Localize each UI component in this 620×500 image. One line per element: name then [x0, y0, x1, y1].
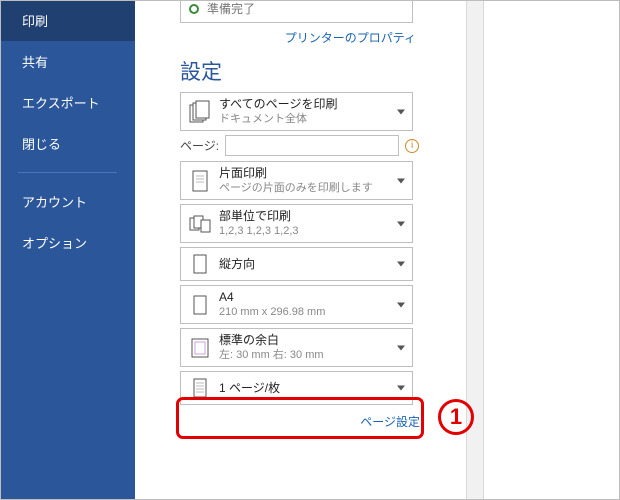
chevron-down-icon	[397, 109, 405, 114]
option-subtitle: 1,2,3 1,2,3 1,2,3	[219, 224, 406, 239]
sidebar-item-print[interactable]: 印刷	[0, 0, 135, 41]
sidebar-item-label: エクスポート	[22, 96, 100, 111]
annotation-number-circle: 1	[438, 399, 474, 435]
info-icon[interactable]: i	[405, 139, 419, 153]
option-title: すべてのページを印刷	[219, 96, 406, 112]
chevron-down-icon	[397, 221, 405, 226]
sidebar-item-label: オプション	[22, 236, 87, 251]
duplex-dropdown[interactable]: 片面印刷 ページの片面のみを印刷します	[180, 161, 413, 200]
sidebar-divider	[18, 172, 117, 173]
page-lines-icon	[187, 375, 213, 401]
option-title: 部単位で印刷	[219, 208, 406, 224]
option-title: A4	[219, 289, 406, 305]
pages-field-row: ページ: i	[180, 135, 466, 156]
printer-status-row[interactable]: 準備完了	[180, 0, 413, 23]
chevron-down-icon	[397, 345, 405, 350]
collate-icon	[187, 209, 213, 239]
collate-dropdown[interactable]: 部単位で印刷 1,2,3 1,2,3 1,2,3	[180, 204, 413, 243]
option-title: 片面印刷	[219, 165, 406, 181]
sidebar-item-export[interactable]: エクスポート	[0, 82, 135, 123]
paper-size-dropdown[interactable]: A4 210 mm x 296.98 mm	[180, 285, 413, 324]
portrait-icon	[187, 251, 213, 277]
page-blank-icon	[187, 290, 213, 320]
sidebar-item-account[interactable]: アカウント	[0, 181, 135, 222]
settings-heading: 設定	[180, 56, 466, 86]
pages-input[interactable]	[225, 135, 399, 156]
sidebar-item-label: 印刷	[22, 14, 48, 29]
print-settings-panel: 準備完了 プリンターのプロパティ 設定 すべてのページを印刷 ドキュメント全体 …	[135, 0, 466, 500]
sidebar-item-label: 閉じる	[22, 137, 61, 152]
chevron-down-icon	[397, 386, 405, 391]
print-range-dropdown[interactable]: すべてのページを印刷 ドキュメント全体	[180, 92, 413, 131]
printer-properties-link[interactable]: プリンターのプロパティ	[135, 29, 462, 46]
printer-status-text: 準備完了	[207, 0, 255, 17]
page-setup-link[interactable]: ページ設定	[135, 413, 466, 430]
pages-label: ページ:	[180, 137, 219, 154]
option-title: 縦方向	[219, 256, 406, 272]
sidebar-item-close[interactable]: 閉じる	[0, 123, 135, 164]
page-single-side-icon	[187, 166, 213, 196]
sidebar-item-label: 共有	[22, 55, 48, 70]
option-subtitle: ページの片面のみを印刷します	[219, 181, 406, 196]
sidebar-item-share[interactable]: 共有	[0, 41, 135, 82]
option-subtitle: 左: 30 mm 右: 30 mm	[219, 348, 406, 363]
option-subtitle: 210 mm x 296.98 mm	[219, 305, 406, 320]
orientation-dropdown[interactable]: 縦方向	[180, 247, 413, 281]
status-dot-icon	[189, 4, 199, 14]
chevron-down-icon	[397, 302, 405, 307]
pages-per-sheet-dropdown[interactable]: 1 ページ/枚	[180, 371, 413, 405]
backstage-sidebar: 印刷 共有 エクスポート 閉じる アカウント オプション	[0, 0, 135, 500]
option-subtitle: ドキュメント全体	[219, 112, 406, 127]
option-title: 1 ページ/枚	[219, 380, 406, 396]
document-stack-icon	[187, 97, 213, 127]
option-title: 標準の余白	[219, 332, 406, 348]
chevron-down-icon	[397, 178, 405, 183]
chevron-down-icon	[397, 262, 405, 267]
sidebar-item-label: アカウント	[22, 195, 87, 210]
margins-icon	[187, 333, 213, 363]
margins-dropdown[interactable]: 標準の余白 左: 30 mm 右: 30 mm	[180, 328, 413, 367]
sidebar-item-options[interactable]: オプション	[0, 222, 135, 263]
